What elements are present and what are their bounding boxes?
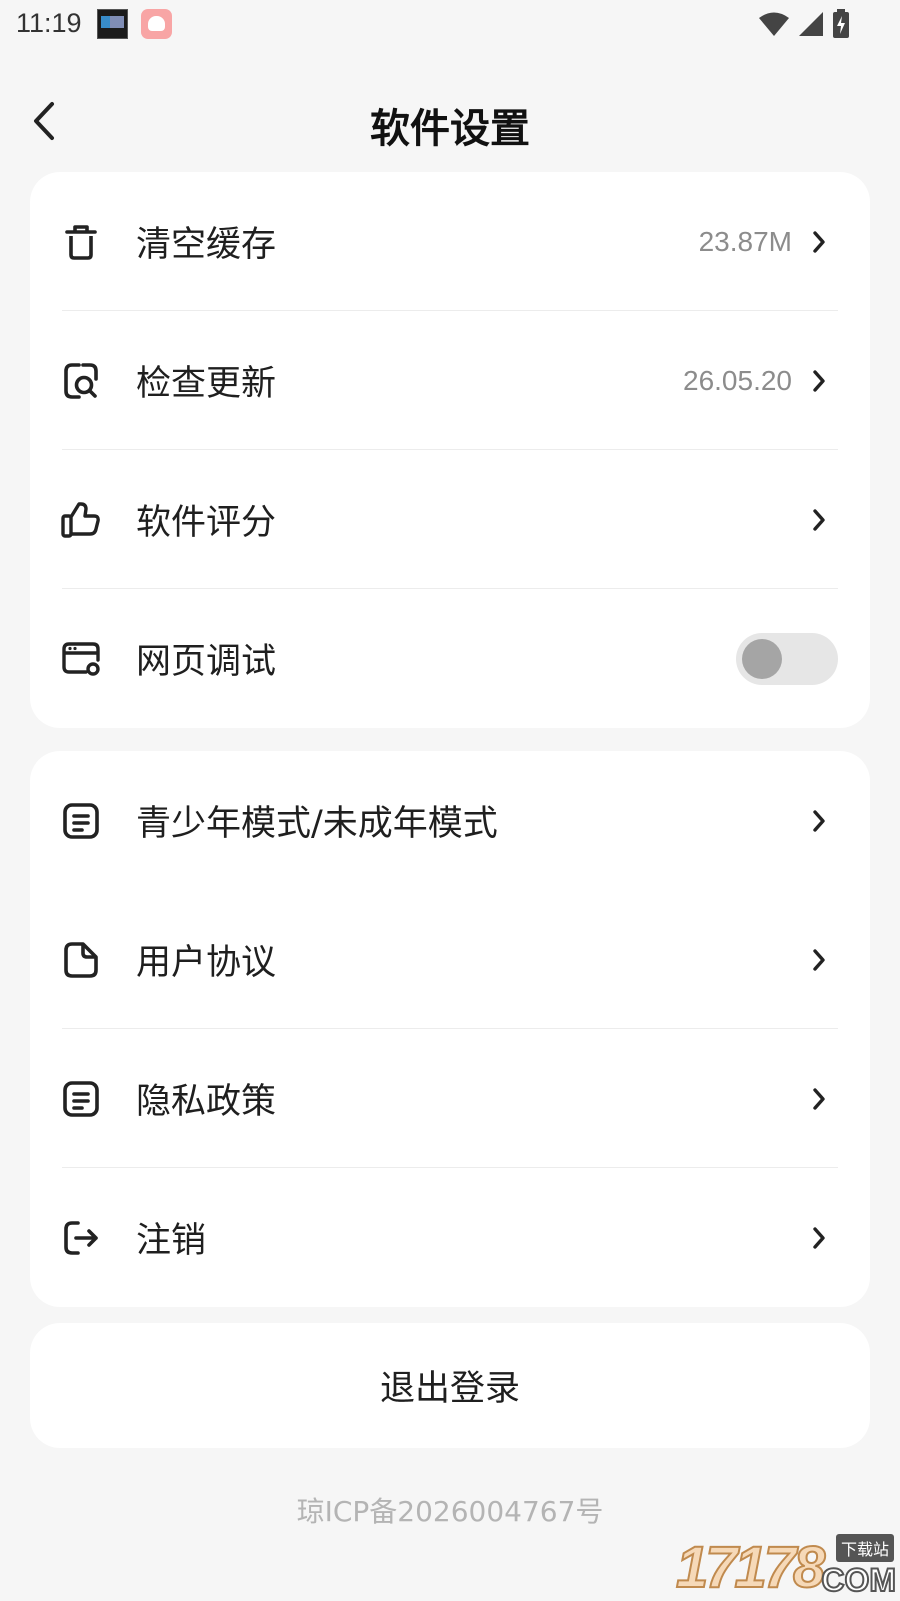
icp-record: 琼ICP备2026004767号 [296, 1495, 604, 1528]
search-doc-icon [60, 360, 102, 402]
chevron-right-icon [810, 808, 828, 834]
status-indicators [758, 8, 850, 40]
youth-mode-label: 青少年模式/未成年模式 [136, 804, 498, 844]
rate-app-row[interactable]: 软件评分 [30, 450, 870, 589]
clear-cache-row[interactable]: 清空缓存 23.87M [30, 172, 870, 311]
watermark-digits: 17178 [675, 1534, 826, 1601]
cache-size-value: 23.87M [698, 225, 792, 257]
chevron-right-icon [810, 947, 828, 973]
toggle-knob [742, 638, 782, 679]
privacy-policy-row[interactable]: 隐私政策 [30, 1029, 870, 1168]
status-bar: 11:19 [0, 0, 900, 48]
chevron-right-icon [810, 1225, 828, 1251]
logout-button[interactable]: 退出登录 [30, 1323, 870, 1448]
rice-app-icon [141, 9, 172, 39]
note-icon [60, 1078, 102, 1120]
trash-icon [60, 221, 102, 263]
check-update-label: 检查更新 [136, 364, 277, 404]
chevron-right-icon [810, 229, 828, 255]
user-agreement-label: 用户协议 [136, 943, 277, 983]
chevron-right-icon [810, 368, 828, 394]
user-agreement-row[interactable]: 用户协议 [30, 890, 870, 1029]
web-debug-row: 网页调试 [30, 589, 870, 728]
settings-group-general: 清空缓存 23.87M 检查更新 26.05.20 软件评分 网页调试 [30, 172, 870, 728]
header: 软件设置 [0, 78, 900, 164]
cellular-signal-icon [799, 12, 823, 36]
settings-group-legal: 青少年模式/未成年模式 用户协议 隐私政策 注销 [30, 751, 870, 1307]
logout-icon [60, 1217, 102, 1259]
site-watermark: 17178 下载站 COM [675, 1532, 900, 1601]
watermark-com: COM [820, 1561, 897, 1599]
chevron-right-icon [810, 507, 828, 533]
clock-widget-app-icon [97, 9, 128, 39]
document-icon [60, 939, 102, 981]
youth-mode-row[interactable]: 青少年模式/未成年模式 [30, 751, 870, 890]
web-debug-toggle[interactable] [736, 632, 838, 685]
check-update-row[interactable]: 检查更新 26.05.20 [30, 311, 870, 450]
clear-cache-label: 清空缓存 [136, 225, 277, 265]
deactivate-account-row[interactable]: 注销 [30, 1168, 870, 1307]
thumbs-up-icon [60, 499, 102, 541]
note-icon [60, 800, 102, 842]
privacy-policy-label: 隐私政策 [136, 1082, 277, 1122]
deactivate-account-label: 注销 [136, 1221, 207, 1261]
version-value: 26.05.20 [683, 364, 792, 396]
status-time: 11:19 [16, 8, 82, 38]
web-debug-icon [60, 638, 102, 680]
page-title: 软件设置 [370, 106, 530, 152]
battery-charging-icon [833, 9, 849, 38]
watermark-small-text: 下载站 [835, 1534, 894, 1562]
rate-app-label: 软件评分 [136, 503, 277, 543]
chevron-right-icon [810, 1086, 828, 1112]
web-debug-label: 网页调试 [136, 642, 277, 682]
wifi-icon [759, 12, 789, 36]
